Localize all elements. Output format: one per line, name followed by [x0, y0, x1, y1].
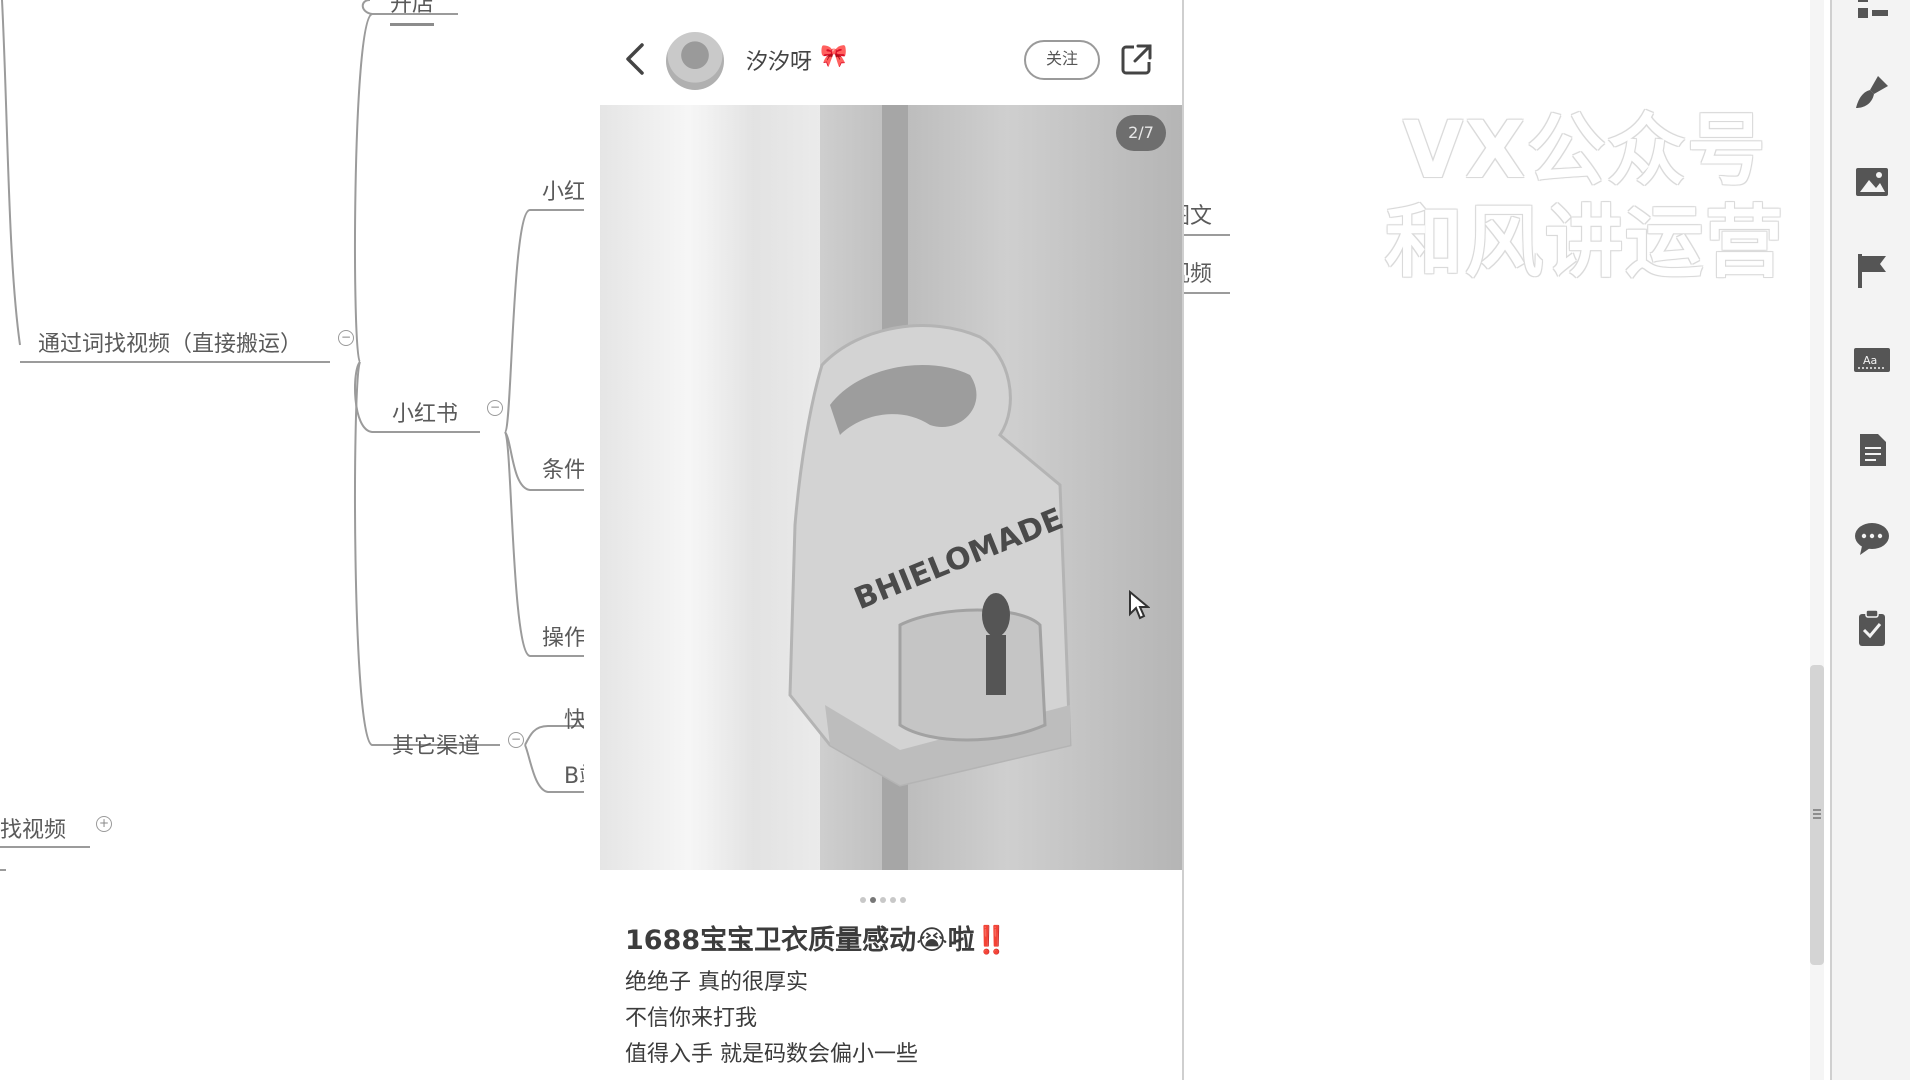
watermark: VX公众号 和风讲运营	[1385, 105, 1785, 289]
mouse-cursor-icon	[1129, 590, 1150, 620]
avatar[interactable]	[666, 32, 724, 90]
page-dot	[880, 897, 886, 903]
mindmap-node-operation[interactable]: 操作	[542, 620, 586, 652]
post-title: 1688宝宝卫衣质量感动😭啦‼️	[625, 925, 1009, 956]
page-dot	[900, 897, 906, 903]
page-dot	[890, 897, 896, 903]
post-image[interactable]: BHIELOMADE 2/7	[600, 105, 1182, 870]
share-icon[interactable]	[1120, 42, 1154, 76]
post-header: 汐汐呀 🎀 关注	[584, 20, 1182, 100]
node-label: 操作	[542, 626, 587, 651]
hoodie-illustration: BHIELOMADE	[788, 324, 1072, 787]
mindmap-node-xiaohongshu[interactable]: 小红书	[392, 396, 458, 428]
node-label: 条件	[542, 458, 587, 483]
image-counter: 2/7	[1116, 115, 1166, 151]
node-label: 小红书	[392, 402, 459, 427]
mindmap-node-find-video[interactable]: 找视频	[0, 812, 66, 844]
page-dot-active	[870, 897, 876, 903]
follow-button[interactable]: 关注	[1024, 40, 1100, 80]
node-label: 开店	[390, 0, 435, 17]
post-detail-panel: 汐汐呀 🎀 关注 BHIELOMADE 2/7 1688宝宝卫衣质量感动😭啦‼️…	[584, 0, 1184, 1080]
author-name[interactable]: 汐汐呀	[746, 44, 812, 76]
collapse-toggle-icon[interactable]: −	[508, 732, 524, 748]
back-arrow-icon[interactable]	[622, 42, 648, 76]
post-body-line: 值得入手 就是码数会偏小一些	[625, 1042, 918, 1067]
image-pagination	[584, 888, 1182, 907]
collapse-toggle-icon[interactable]: −	[487, 400, 503, 416]
mindmap-node-conditions[interactable]: 条件	[542, 452, 586, 484]
node-label: 其它渠道	[392, 734, 481, 759]
scrollbar-grip-icon	[1813, 809, 1821, 819]
svg-text:Aa: Aa	[1863, 354, 1877, 367]
flag-icon[interactable]	[1852, 250, 1892, 290]
comment-icon[interactable]	[1852, 518, 1892, 558]
node-label: 通过词找视频（直接搬运）	[38, 332, 303, 357]
post-body-line: 不信你来打我	[625, 1006, 758, 1031]
node-underline	[390, 23, 435, 26]
mindmap-node-top-partial[interactable]: 开店	[390, 0, 435, 26]
right-toolbar: Aa	[1830, 0, 1910, 1080]
watermark-line: VX公众号	[1402, 106, 1768, 196]
page-dot	[860, 897, 866, 903]
text-style-icon[interactable]: Aa	[1852, 340, 1892, 380]
watermark-line: 和风讲运营	[1385, 198, 1786, 288]
mindmap-node-other-channels[interactable]: 其它渠道	[392, 728, 480, 760]
bow-icon: 🎀	[820, 44, 848, 69]
document-icon[interactable]	[1852, 430, 1892, 470]
outline-icon[interactable]	[1852, 0, 1892, 28]
collapse-toggle-icon[interactable]: −	[338, 330, 354, 346]
node-label: 找视频	[0, 818, 67, 843]
mindmap-node-find-by-keyword[interactable]: 通过词找视频（直接搬运）	[38, 326, 302, 358]
post-body-line: 绝绝子 真的很厚实	[625, 970, 808, 995]
brush-icon[interactable]	[1852, 72, 1892, 112]
task-icon[interactable]	[1852, 608, 1892, 648]
expand-toggle-icon[interactable]: +	[96, 816, 112, 832]
image-icon[interactable]	[1852, 162, 1892, 202]
